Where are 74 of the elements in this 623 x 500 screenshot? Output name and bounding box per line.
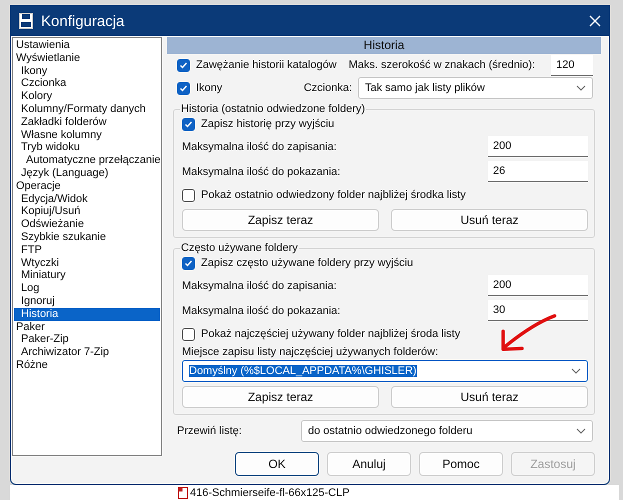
checkbox[interactable] <box>182 118 195 130</box>
chevron-down-icon <box>576 85 586 91</box>
tree-item[interactable]: Edycja/Widok <box>14 192 160 206</box>
checkbox[interactable] <box>182 328 195 340</box>
checkbox-label: Zapisz często używane foldery przy wyjściu <box>201 257 414 269</box>
tree-item[interactable]: Odświeżanie <box>14 218 160 231</box>
dialog-button[interactable]: OK <box>235 452 319 476</box>
tree-item[interactable]: Automatyczne przełączanie <box>14 154 160 167</box>
dialog-button[interactable]: Pomoc <box>419 452 503 476</box>
tree-item[interactable]: Szybkie szukanie <box>14 230 160 244</box>
checkbox-label: Zapisz historię przy wyjściu <box>201 118 334 130</box>
field-label: Przewiń listę: <box>177 425 243 437</box>
tree-item[interactable]: Ustawienia <box>14 39 160 52</box>
tree-item[interactable]: Ikony <box>14 64 160 78</box>
checkbox-label: Ikony <box>196 82 222 94</box>
tree-item[interactable]: Własne kolumny <box>14 128 160 142</box>
action-button[interactable]: Usuń teraz <box>391 386 588 408</box>
checkbox[interactable] <box>182 256 195 270</box>
window-title: Konfiguracja <box>41 12 126 30</box>
tree-item[interactable]: Język (Language) <box>14 166 160 180</box>
checkmark-icon <box>184 120 193 128</box>
font-dropdown[interactable]: Tak samo jak listy plików <box>358 77 593 99</box>
field-label: Maksymalna ilość do pokazania: <box>182 304 340 316</box>
input-field[interactable]: 120 <box>551 54 593 76</box>
file-name: 416-Schmierseife-fl-66x125-CLP <box>190 486 350 498</box>
field-label: Maksymalna ilość do zapisania: <box>182 280 337 292</box>
tree-item[interactable]: Paker <box>14 320 160 334</box>
checkbox-label: Pokaż ostatnio odwiedzony folder najbliżej środka listy <box>201 189 466 201</box>
tree-item[interactable]: Paker-Zip <box>14 333 160 346</box>
tree-item[interactable]: Kolumny/Formaty danych <box>14 102 160 116</box>
chevron-down-icon <box>571 368 581 374</box>
tree-item[interactable]: Różne <box>14 358 160 372</box>
checkbox-label: Pokaż najczęściej używany folder najbliżej środa listy <box>201 328 460 340</box>
group-title: Często używane foldery <box>180 242 299 254</box>
checkbox[interactable] <box>177 58 190 72</box>
field-label: Maksymalna ilość do zapisania: <box>182 140 337 152</box>
checkbox[interactable] <box>177 82 190 94</box>
tree-item[interactable]: Ignoruj <box>14 294 160 308</box>
close-icon[interactable] <box>589 15 601 27</box>
tree-item[interactable]: Tryb widoku <box>14 141 160 154</box>
tree-item[interactable]: Log <box>14 282 160 295</box>
checkmark-icon <box>179 60 188 70</box>
input-field[interactable]: 26 <box>488 161 588 182</box>
checkbox[interactable] <box>182 188 195 202</box>
action-button[interactable]: Usuń teraz <box>391 209 588 231</box>
dialog-button[interactable]: Anuluj <box>327 452 411 476</box>
tree-item[interactable]: Wyświetlanie <box>14 52 160 65</box>
location-dropdown[interactable]: Domyślny (%$LOCAL_APPDATA%\GHISLER) <box>182 360 588 382</box>
tree-item[interactable]: Operacje <box>14 180 160 193</box>
tree-item[interactable]: Historia <box>14 308 160 321</box>
field-label: Maksymalna ilość do pokazania: <box>182 166 340 178</box>
input-field[interactable]: 30 <box>488 300 588 321</box>
group-title: Historia (ostatnio odwiedzone foldery) <box>180 103 366 115</box>
scroll-dropdown[interactable]: do ostatnio odwiedzonego folderu <box>301 420 593 442</box>
tree-item[interactable]: Wtyczki <box>14 256 160 270</box>
checkbox-label: Zawężanie historii katalogów <box>196 59 337 72</box>
action-button[interactable]: Zapisz teraz <box>182 209 379 231</box>
tree-item[interactable]: Zakładki folderów <box>14 116 160 129</box>
checkmark-icon <box>179 84 188 92</box>
checkmark-icon <box>184 258 193 268</box>
field-label: Miejsce zapisu listy najczęściej używanych folderów: <box>182 346 440 358</box>
tree-item[interactable]: Archiwizator 7-Zip <box>14 346 160 359</box>
tree-item[interactable]: Kopiuj/Usuń <box>14 205 160 218</box>
field-label: Czcionka: <box>304 82 352 94</box>
action-button[interactable]: Zapisz teraz <box>182 386 379 408</box>
tree-item[interactable]: Kolory <box>14 90 160 103</box>
tree-item[interactable]: Czcionka <box>14 77 160 90</box>
field-label: Maks. szerokość w znakach (średnio): <box>348 59 536 72</box>
tree-item[interactable]: FTP <box>14 244 160 257</box>
input-field[interactable]: 200 <box>488 136 588 157</box>
section-header: Historia <box>167 37 601 54</box>
tree-item[interactable]: Miniatury <box>14 269 160 282</box>
input-field[interactable]: 200 <box>488 275 588 296</box>
chevron-down-icon <box>576 428 586 434</box>
